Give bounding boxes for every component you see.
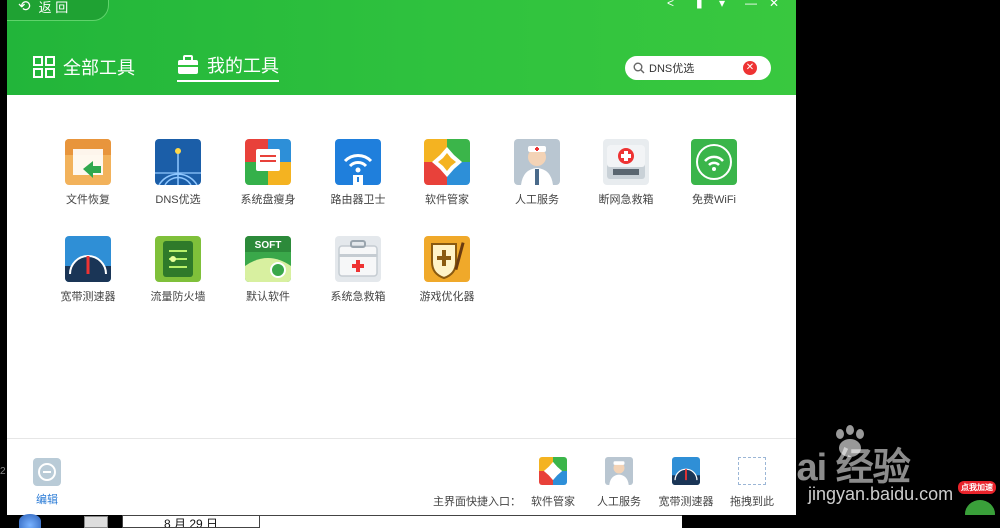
watermark-url: jingyan.baidu.com: [808, 484, 954, 504]
share-icon[interactable]: <: [667, 0, 674, 10]
tool-manual-service[interactable]: 人工服务: [492, 139, 582, 207]
quick-item-label: 软件管家: [531, 496, 575, 508]
edit-button[interactable]: 编辑: [31, 458, 63, 507]
tab-my-tools[interactable]: 我的工具: [177, 52, 279, 82]
speedometer-icon: [65, 236, 111, 282]
dns-globe-icon: [155, 139, 201, 185]
tool-default-software[interactable]: SOFT 默认软件: [223, 236, 313, 304]
tool-router-guard[interactable]: 路由器卫士: [313, 139, 403, 207]
bottom-bar: 编辑 主界面快捷入口： 软件管家 人工服务 宽带测速器 拖拽到此: [7, 438, 796, 515]
tool-software-manager[interactable]: 软件管家: [402, 139, 492, 207]
tool-label: 宽带测速器: [60, 291, 116, 303]
system-firstaid-icon: [335, 236, 381, 282]
tool-system-firstaid[interactable]: 系统急救箱: [313, 236, 403, 304]
tool-label: 软件管家: [425, 194, 469, 206]
back-label: 返 回: [38, 0, 69, 15]
browser-icon[interactable]: [19, 514, 41, 528]
tool-label: 游戏优化器: [419, 291, 475, 303]
search-input[interactable]: [649, 62, 749, 74]
tool-label: DNS优选: [155, 194, 201, 206]
paw-icon: [836, 425, 864, 457]
tool-label: 系统盘瘦身: [240, 194, 296, 206]
tool-network-firstaid[interactable]: 断网急救箱: [581, 139, 671, 207]
disk-slim-icon: [245, 139, 291, 185]
tab-my-tools-label: 我的工具: [207, 56, 279, 76]
tool-dns[interactable]: DNS优选: [133, 139, 223, 207]
traffic-firewall-icon: [155, 236, 201, 282]
search-icon: [633, 62, 645, 74]
tool-free-wifi[interactable]: 免费WiFi: [669, 139, 759, 207]
quick-item-manual-service[interactable]: 人工服务: [587, 457, 651, 509]
doctor-icon: [605, 457, 633, 485]
tool-disk-slim[interactable]: 系统盘瘦身: [223, 139, 313, 207]
software-manager-icon: [539, 457, 567, 485]
quick-item-label: 宽带测速器: [658, 496, 714, 508]
default-software-icon: SOFT: [245, 236, 291, 282]
quick-entry-label: 主界面快捷入口：: [433, 496, 521, 508]
quick-item-label: 人工服务: [597, 496, 641, 508]
software-manager-icon: [424, 139, 470, 185]
quick-item-drop-target[interactable]: 拖拽到此: [720, 457, 784, 509]
taskbar-app-icon[interactable]: [84, 516, 108, 528]
minus-circle-icon: [33, 458, 61, 486]
window-header: ⟲ 返 回 < ▮ ▾ — ✕ 全部工具 我的工具 DNS优选 ✕: [7, 0, 796, 95]
drop-target-icon: [738, 457, 766, 485]
file-recovery-icon: [65, 139, 111, 185]
tool-label: 文件恢复: [66, 194, 110, 206]
tool-window: ⟲ 返 回 < ▮ ▾ — ✕ 全部工具 我的工具 DNS优选 ✕ 文件恢复 D…: [7, 0, 796, 515]
toolbox-icon: [178, 55, 198, 74]
tool-file-recovery[interactable]: 文件恢复: [43, 139, 133, 207]
speedup-badge-text: 点我加速: [958, 481, 996, 494]
skin-icon[interactable]: ▮: [696, 0, 703, 10]
router-guard-icon: [335, 139, 381, 185]
doctor-icon: [514, 139, 560, 185]
tool-label: 路由器卫士: [330, 194, 386, 206]
calendar-strip: [260, 515, 682, 528]
menu-icon[interactable]: ▾: [719, 0, 725, 10]
tool-traffic-firewall[interactable]: 流量防火墙: [133, 236, 223, 304]
tab-all-tools[interactable]: 全部工具: [33, 52, 135, 82]
tool-label: 人工服务: [515, 194, 559, 206]
tool-label: 断网急救箱: [598, 194, 654, 206]
tool-label: 流量防火墙: [150, 291, 206, 303]
wifi-icon: [691, 139, 737, 185]
edit-label: 编辑: [36, 494, 58, 506]
calendar-date-cell: 8 月 29 日: [122, 515, 260, 528]
tab-all-tools-label: 全部工具: [63, 58, 135, 78]
game-optimizer-icon: [424, 236, 470, 282]
tool-label: 免费WiFi: [692, 194, 736, 206]
quick-item-label: 拖拽到此: [730, 496, 774, 508]
left-edge-mark: 2: [0, 466, 6, 477]
back-arrow-icon: ⟲: [18, 0, 31, 15]
tool-label: 系统急救箱: [330, 291, 386, 303]
close-icon[interactable]: ✕: [769, 0, 779, 10]
svg-text:SOFT: SOFT: [255, 240, 282, 251]
quick-item-speed-test[interactable]: 宽带测速器: [654, 457, 718, 509]
clear-search-button[interactable]: ✕: [743, 61, 757, 75]
quick-item-software-manager[interactable]: 软件管家: [521, 457, 585, 509]
speedometer-icon: [672, 457, 700, 485]
minimize-icon[interactable]: —: [745, 0, 757, 10]
network-firstaid-icon: [603, 139, 649, 185]
tool-game-optimizer[interactable]: 游戏优化器: [402, 236, 492, 304]
grid-icon: [33, 56, 55, 78]
tool-speed-test[interactable]: 宽带测速器: [43, 236, 133, 304]
search-box[interactable]: ✕: [625, 56, 771, 80]
desktop-screen: ⟲ 返 回 < ▮ ▾ — ✕ 全部工具 我的工具 DNS优选 ✕ 文件恢复 D…: [0, 0, 1000, 528]
back-button[interactable]: ⟲ 返 回: [7, 0, 109, 21]
tool-label: 默认软件: [246, 291, 290, 303]
